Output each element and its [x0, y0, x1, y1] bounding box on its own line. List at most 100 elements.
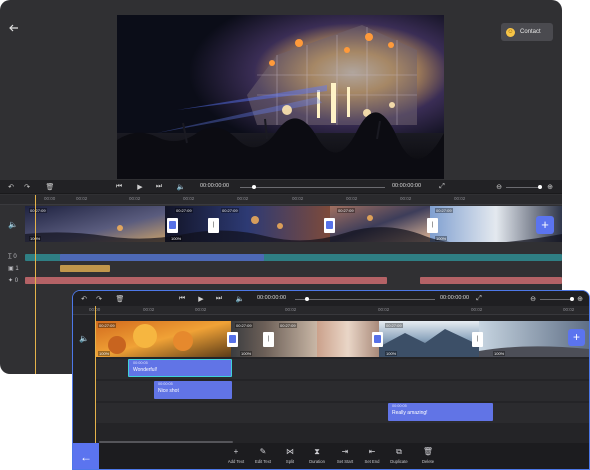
playback-toolbar: ↶ ↷ 🗑 ⏮ ▶ ⏭ 🔈 00:00:00:00 00:00:00:00 ⤢ … [73, 291, 589, 306]
edit-toolbar: + Add Text ✎ Edit Text ⋈ Split ⧗ Duratio… [99, 443, 589, 469]
text-clip[interactable]: 00:00:05 Nice shot [154, 381, 232, 399]
split-button[interactable]: ⋈ Split [275, 447, 305, 464]
add-clip-button[interactable]: + [568, 329, 585, 346]
clip-duration: 00:27:09 [175, 208, 193, 213]
audio-track-icon: 🔈 [8, 220, 18, 229]
zoom-handle[interactable] [538, 185, 542, 189]
clip-volume: 100% [385, 351, 398, 356]
edit-text-button[interactable]: ✎ Edit Text [248, 447, 278, 464]
total-time: 00:00:00:00 [392, 183, 422, 189]
text-clip-time: 00:00:05 [158, 382, 173, 386]
ruler-label: 00:00 [44, 196, 56, 201]
clip-separator-icon[interactable]: | [427, 218, 438, 233]
current-time: 00:00:00:00 [257, 295, 287, 301]
scrubber-handle[interactable] [305, 297, 309, 301]
back-button[interactable]: ← [73, 443, 99, 469]
text-clip[interactable]: 00:00:05 Really amazing! [388, 403, 493, 421]
text-clip-selected[interactable]: 00:00:05 Wonderful! [128, 359, 232, 377]
undo-icon[interactable]: ↶ [6, 180, 16, 194]
clip-volume: 100% [240, 351, 253, 356]
zoom-slider[interactable] [506, 187, 542, 188]
ruler-label: 00:02 [129, 196, 141, 201]
ruler-label: 00:02 [400, 196, 412, 201]
progress-scrubber[interactable] [240, 187, 385, 188]
contact-label: Contact [520, 29, 541, 35]
clip-duration: 00:27:09 [337, 208, 355, 213]
add-clip-button[interactable]: + [536, 216, 554, 234]
sticker-clip-bar[interactable] [60, 265, 110, 272]
zoom-out-icon[interactable]: ⊖ [528, 291, 538, 306]
playhead[interactable] [95, 306, 96, 443]
effect-clip-bar[interactable] [420, 277, 562, 284]
transition-icon[interactable] [372, 332, 383, 347]
tool-label: Add Text [227, 459, 245, 464]
trash-icon[interactable]: 🗑 [115, 291, 125, 306]
set-end-button[interactable]: ⇤ Set End [357, 447, 387, 464]
playback-toolbar: ↶ ↷ 🗑 ⏮ ▶ ⏭ 🔈 00:00:00:00 00:00:00:00 ⤢ … [0, 180, 562, 194]
ruler-label: 00:02 [237, 196, 249, 201]
skip-back-icon[interactable]: ⏮ [114, 180, 124, 194]
text-lane [95, 403, 589, 423]
progress-scrubber[interactable] [295, 299, 435, 300]
ruler-label: 00:02 [563, 307, 575, 312]
volume-icon[interactable]: 🔈 [176, 180, 186, 194]
ruler-label: 00:02 [378, 307, 390, 312]
front-editor-window: ↶ ↷ 🗑 ⏮ ▶ ⏭ 🔈 00:00:00:00 00:00:00:00 ⤢ … [72, 290, 590, 470]
trash-icon: 🗑 [422, 447, 434, 456]
tool-label: Set Start [336, 459, 354, 464]
playhead[interactable] [35, 195, 36, 374]
clip-separator-icon[interactable]: | [472, 332, 483, 347]
set-start-button[interactable]: ⇥ Set Start [330, 447, 360, 464]
back-arrow-icon[interactable] [4, 18, 24, 38]
total-time: 00:00:00:00 [440, 295, 470, 301]
effect-clip-bar[interactable] [25, 277, 387, 284]
duration-button[interactable]: ⧗ Duration [302, 447, 332, 464]
video-thumbnails [95, 321, 589, 357]
text-clip-time: 00:00:05 [392, 404, 407, 408]
clip-duration: 00:27:09 [435, 208, 453, 213]
skip-back-icon[interactable]: ⏮ [177, 291, 187, 306]
hourglass-icon: ⧗ [314, 447, 320, 456]
clip-separator-icon[interactable]: | [263, 332, 274, 347]
ruler-label: 00:02 [195, 307, 207, 312]
tool-label: Delete [421, 459, 435, 464]
zoom-out-icon[interactable]: ⊖ [494, 180, 504, 194]
tool-label: Set End [364, 459, 380, 464]
zoom-handle[interactable] [570, 297, 574, 301]
text-clip-time: 00:00:05 [133, 361, 148, 365]
transition-icon[interactable] [167, 218, 178, 233]
clip-volume: 100% [98, 351, 111, 356]
add-text-button[interactable]: + Add Text [221, 447, 251, 464]
duplicate-icon: ⧉ [396, 447, 402, 456]
fullscreen-icon[interactable]: ⤢ [436, 180, 448, 194]
video-track: 00:27:09 00:27:09 00:27:09 00:27:09 00:2… [25, 206, 562, 242]
zoom-slider[interactable] [540, 299, 572, 300]
split-icon: ⋈ [286, 447, 294, 456]
text-clip-name: Nice shot [158, 388, 179, 394]
clip-separator-icon[interactable]: | [208, 218, 219, 233]
clip-duration: 00:27:09 [98, 323, 116, 328]
timeline-ruler[interactable]: 00:00 00:02 00:02 00:02 00:02 00:02 00:0… [0, 195, 562, 205]
transition-icon[interactable] [324, 218, 335, 233]
delete-button[interactable]: 🗑 Delete [413, 447, 443, 464]
timeline-ruler[interactable]: 00:00 00:02 00:02 00:02 00:02 00:02 00:0… [73, 306, 589, 315]
redo-icon[interactable]: ↷ [22, 180, 32, 194]
trash-icon[interactable]: 🗑 [45, 180, 55, 194]
volume-icon[interactable]: 🔈 [235, 291, 245, 306]
undo-icon[interactable]: ↶ [79, 291, 89, 306]
ruler-label: 00:02 [183, 196, 195, 201]
transition-icon[interactable] [227, 332, 238, 347]
zoom-in-icon[interactable]: ⊕ [545, 180, 555, 194]
zoom-in-icon[interactable]: ⊕ [575, 291, 585, 306]
fullscreen-icon[interactable]: ⤢ [473, 291, 485, 306]
clip-duration: 00:27:09 [221, 208, 239, 213]
duplicate-button[interactable]: ⧉ Duplicate [384, 447, 414, 464]
scrubber-handle[interactable] [252, 185, 256, 189]
play-icon[interactable]: ▶ [135, 180, 145, 194]
text-clip-bar[interactable] [60, 254, 264, 261]
play-icon[interactable]: ▶ [196, 291, 206, 306]
skip-forward-icon[interactable]: ⏭ [214, 291, 224, 306]
contact-button[interactable]: ☺ Contact [501, 23, 553, 41]
redo-icon[interactable]: ↷ [94, 291, 104, 306]
skip-forward-icon[interactable]: ⏭ [154, 180, 164, 194]
